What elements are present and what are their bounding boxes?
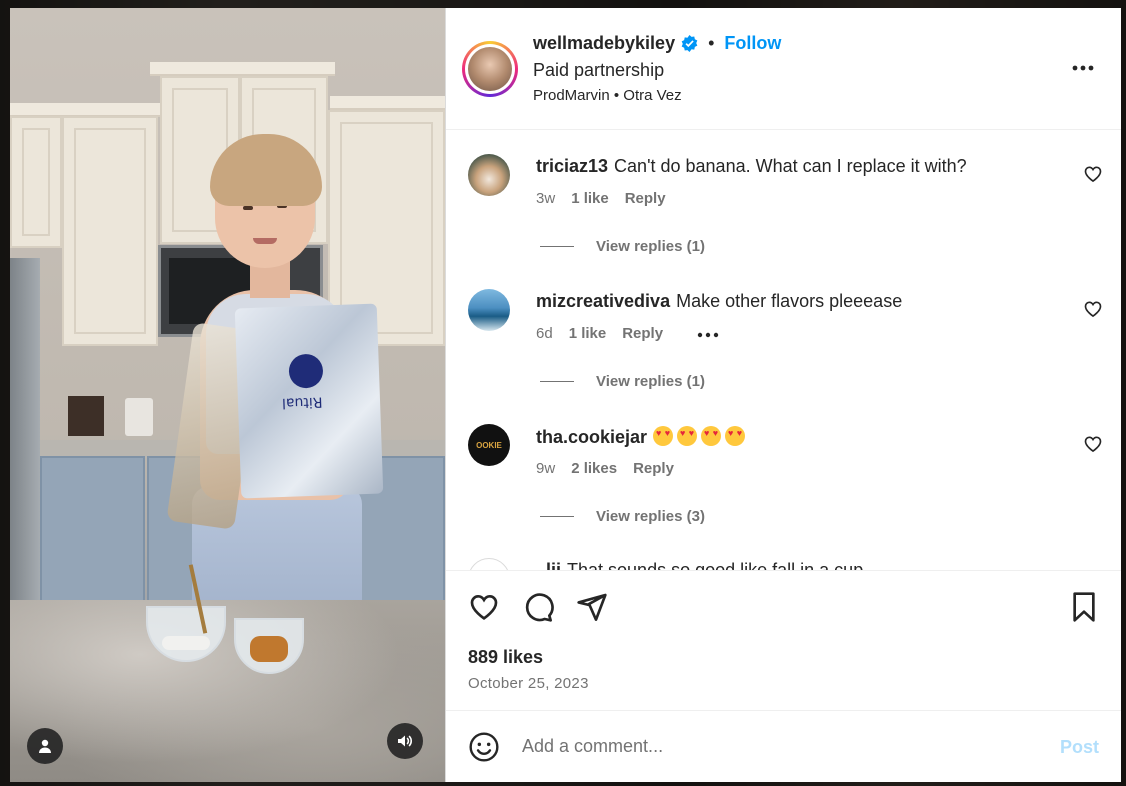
post-video[interactable]: Ritual <box>10 8 445 782</box>
separator-dot: • <box>708 33 715 53</box>
heart-eyes-emoji <box>653 426 674 446</box>
comments-list[interactable]: triciaz13 Can't do banana. What can I rep… <box>446 130 1121 570</box>
comment-options-button[interactable] <box>697 325 719 342</box>
comment-age[interactable]: 6d <box>536 325 553 342</box>
comment-username[interactable]: triciaz13 <box>536 156 608 176</box>
share-paper-plane-icon[interactable] <box>576 591 608 623</box>
commenter-avatar[interactable] <box>468 289 510 331</box>
author-line: wellmadebykiley • Follow <box>533 33 781 54</box>
cabinet-crown <box>10 103 160 117</box>
upper-cabinet <box>62 116 158 346</box>
post-header: wellmadebykiley • Follow Paid partnershi… <box>446 8 1121 130</box>
view-replies-label: View replies (1) <box>596 373 705 390</box>
comment-age[interactable]: 9w <box>536 460 555 477</box>
post-modal: Ritual wellmadebykiley • Follow Paid par… <box>10 8 1121 782</box>
follow-button[interactable]: Follow <box>724 33 781 54</box>
view-replies-button[interactable]: View replies (1) <box>540 238 705 255</box>
comment-username[interactable]: mizcreativediva <box>536 291 670 311</box>
likes-count[interactable]: 889 likes <box>468 647 543 668</box>
comment-meta: 6d 1 like Reply <box>536 325 719 342</box>
comment-likes[interactable]: 1 like <box>571 190 609 207</box>
reply-button[interactable]: Reply <box>622 325 663 342</box>
commenter-avatar[interactable] <box>468 154 510 196</box>
comment-likes[interactable]: 2 likes <box>571 460 617 477</box>
upper-cabinet <box>10 116 62 248</box>
emoji-smile-icon[interactable] <box>468 731 500 763</box>
replies-divider <box>540 246 574 247</box>
post-date[interactable]: October 25, 2023 <box>468 675 589 692</box>
product-bag: Ritual <box>234 303 384 499</box>
countertop <box>10 600 445 782</box>
comment-likes[interactable]: 1 like <box>569 325 607 342</box>
heart-eyes-emoji <box>725 426 746 446</box>
comment-like-heart-icon[interactable] <box>1083 164 1103 184</box>
person-mouth <box>253 238 277 244</box>
comment-age[interactable]: 3w <box>536 190 555 207</box>
more-horizontal-icon <box>1072 65 1094 71</box>
knife-block <box>68 396 104 436</box>
comment-text: Make other flavors pleeease <box>676 291 903 311</box>
author-avatar[interactable] <box>462 41 518 97</box>
comment-text: That sounds so good like fall in a cup <box>567 560 864 570</box>
comment-like-heart-icon[interactable] <box>1083 299 1103 319</box>
view-replies-label: View replies (1) <box>596 238 705 255</box>
commenter-avatar[interactable] <box>468 558 510 570</box>
paid-partnership-label[interactable]: Paid partnership <box>533 60 664 81</box>
utensil-holder <box>125 398 153 436</box>
audio-toggle-button[interactable] <box>387 723 423 759</box>
more-horizontal-icon <box>697 332 719 338</box>
verified-badge-icon <box>681 35 698 52</box>
comment-meta: 9w 2 likes Reply <box>536 460 674 477</box>
comment-username[interactable]: tha.cookiejar <box>536 427 647 447</box>
comment-username[interactable]: ..lii <box>536 560 561 570</box>
audio-link[interactable]: ProdMarvin • Otra Vez <box>533 87 682 104</box>
comment-text-line: ..lii That sounds so good like fall in a … <box>536 560 863 570</box>
more-options-button[interactable] <box>1071 56 1095 80</box>
product-brand: Ritual <box>281 393 323 411</box>
product-logo <box>288 353 324 389</box>
comment-input[interactable] <box>522 729 1022 763</box>
replies-divider <box>540 516 574 517</box>
cabinet-crown <box>330 96 445 110</box>
comment-meta: 3w 1 like Reply <box>536 190 666 207</box>
post-actions: 889 likes October 25, 2023 <box>446 570 1121 710</box>
comment-like-heart-icon[interactable] <box>1083 434 1103 454</box>
tagged-users-button[interactable] <box>27 728 63 764</box>
commenter-avatar[interactable]: OOKIE <box>468 424 510 466</box>
comment-bubble-icon[interactable] <box>522 591 554 623</box>
heart-eyes-emoji-group <box>653 426 749 447</box>
comment-text-line: mizcreativediva Make other flavors pleeea… <box>536 291 902 312</box>
view-replies-button[interactable]: View replies (3) <box>540 508 705 525</box>
comment-text-line: triciaz13 Can't do banana. What can I rep… <box>536 156 967 177</box>
lower-cabinet <box>40 456 145 616</box>
view-replies-button[interactable]: View replies (1) <box>540 373 705 390</box>
author-username[interactable]: wellmadebykiley <box>533 33 675 54</box>
heart-eyes-emoji <box>677 426 698 446</box>
cabinet-crown <box>150 62 335 76</box>
post-comment-button[interactable]: Post <box>1060 737 1099 758</box>
comment-text: Can't do banana. What can I replace it w… <box>614 156 967 176</box>
reply-button[interactable]: Reply <box>633 460 674 477</box>
refrigerator <box>10 258 40 618</box>
save-bookmark-icon[interactable] <box>1068 591 1100 623</box>
heart-eyes-emoji <box>701 426 722 446</box>
commenter-avatar-text: OOKIE <box>476 440 502 450</box>
speaker-icon <box>398 735 413 747</box>
reply-button[interactable]: Reply <box>625 190 666 207</box>
comment-text-line: tha.cookiejar <box>536 426 749 448</box>
replies-divider <box>540 381 574 382</box>
view-replies-label: View replies (3) <box>596 508 705 525</box>
user-icon <box>39 739 51 753</box>
like-heart-icon[interactable] <box>468 591 500 623</box>
post-sidebar: wellmadebykiley • Follow Paid partnershi… <box>445 8 1121 782</box>
add-comment-bar: Post <box>446 710 1121 782</box>
